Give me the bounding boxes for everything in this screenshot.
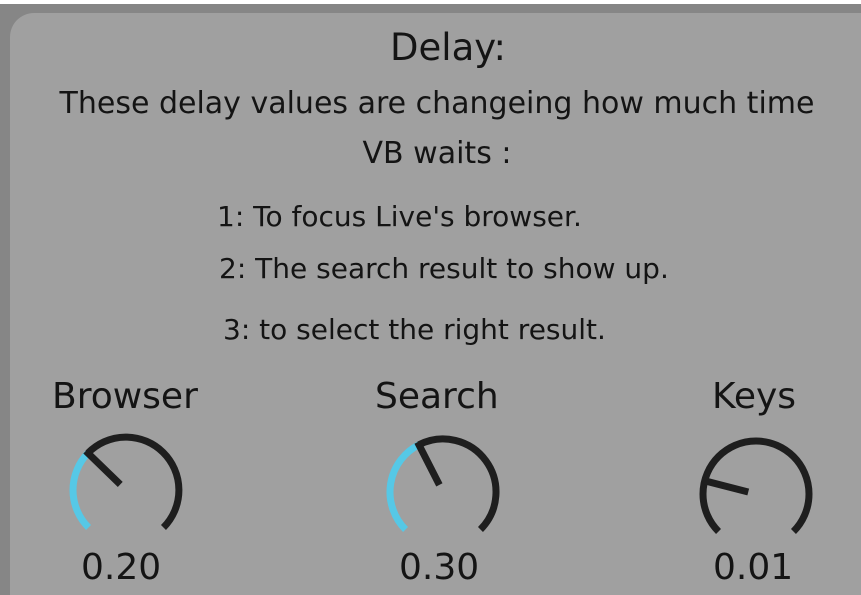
app-frame: Delay: These delay values are changeing … (0, 0, 861, 595)
search-knob-value[interactable]: 0.30 (399, 547, 479, 588)
browser-knob[interactable] (69, 433, 183, 530)
keys-knob-needle (700, 476, 750, 496)
browser-knob-track (85, 433, 183, 530)
keys-knob-value[interactable]: 0.01 (713, 547, 793, 588)
search-knob-track (417, 435, 500, 532)
search-knob[interactable] (386, 435, 500, 532)
search-knob-fill (386, 441, 421, 532)
keys-knob[interactable] (699, 437, 813, 534)
browser-knob-value[interactable]: 0.20 (81, 547, 161, 588)
browser-knob-fill (69, 450, 92, 530)
knob-layer (69, 433, 813, 534)
browser-knob-needle (83, 448, 123, 487)
search-knob-needle (414, 440, 443, 487)
